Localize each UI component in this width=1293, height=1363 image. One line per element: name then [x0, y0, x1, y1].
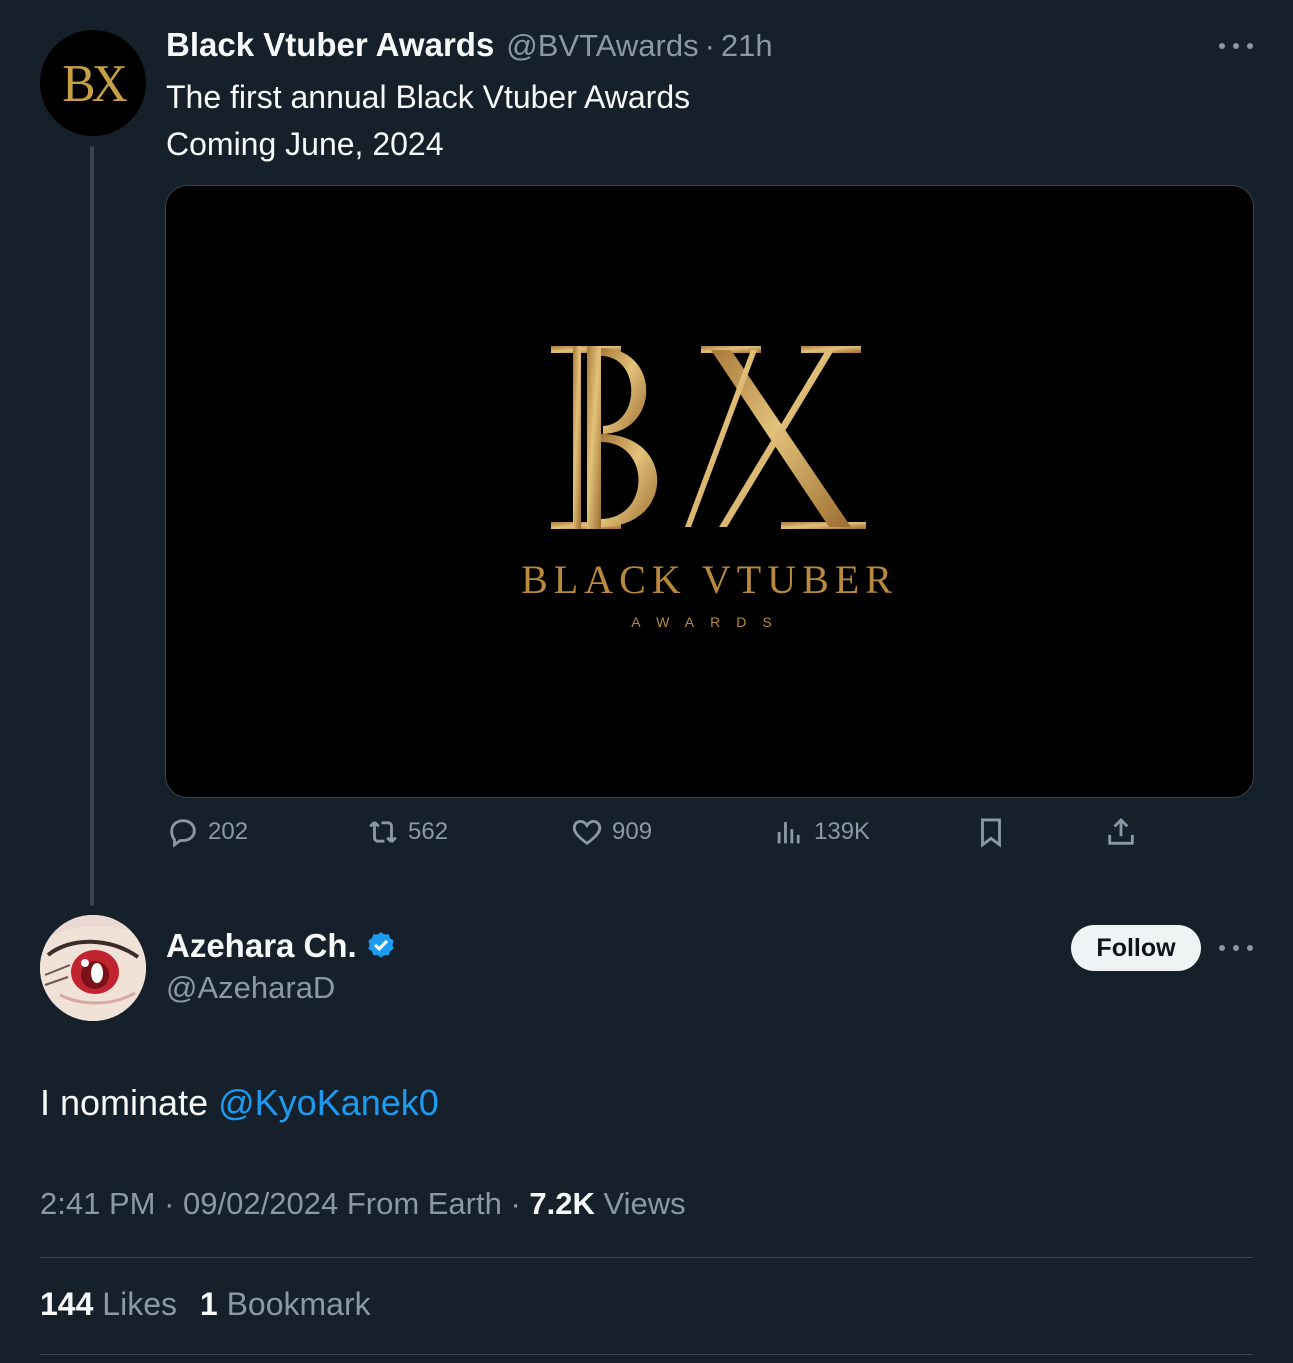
like-count: 909 — [612, 818, 653, 845]
repost-count: 562 — [408, 818, 449, 845]
avatar-monogram: BX — [62, 53, 127, 113]
more-options-icon[interactable] — [1219, 941, 1253, 955]
mention-link[interactable]: @KyoKanek0 — [218, 1082, 439, 1123]
reply-text-prefix: I nominate — [40, 1082, 219, 1123]
reply-tweet-text: I nominate @KyoKanek0 — [40, 1082, 439, 1124]
views-count: 139K — [814, 818, 871, 845]
parent-tweet-header: Black Vtuber Awards @BVTAwards · 21h — [166, 26, 773, 64]
likes-stat[interactable]: 144 Likes — [40, 1286, 177, 1322]
bookmarks-label: Bookmark — [226, 1286, 371, 1322]
likes-label: Likes — [102, 1286, 177, 1322]
thread-connector-line — [90, 146, 94, 906]
media-logo-title: BLACK VTUBER — [521, 557, 898, 602]
like-button[interactable]: 909 — [570, 815, 652, 849]
parent-text-line-1: The first annual Black Vtuber Awards — [166, 79, 691, 115]
bvt-logo-mark — [551, 346, 866, 529]
reply-name-row: Azehara Ch. — [166, 927, 397, 965]
heart-icon — [572, 819, 602, 846]
meta-separator: · — [510, 1186, 521, 1221]
views-button[interactable]: 139K — [772, 815, 870, 849]
reply-count: 202 — [208, 818, 249, 845]
reply-button[interactable]: 202 — [166, 815, 248, 849]
views-label: Views — [603, 1186, 686, 1221]
parent-text-line-2: Coming June, 2024 — [166, 126, 444, 162]
tweet-media-image[interactable]: BLACK VTUBER AWARDS — [165, 185, 1254, 798]
azehara-avatar[interactable] — [40, 915, 146, 1021]
tweet-metadata: 2:41 PM · 09/02/2024 From Earth · 7.2K V… — [40, 1186, 686, 1222]
repost-button[interactable]: 562 — [366, 815, 448, 849]
divider — [40, 1354, 1253, 1355]
repost-icon — [369, 821, 397, 843]
anime-eye-avatar-image — [40, 915, 146, 1021]
reply-handle[interactable]: @AzeharaD — [166, 970, 335, 1006]
bvt-avatar[interactable]: BX — [40, 30, 146, 136]
divider — [40, 1257, 1253, 1258]
parent-display-name[interactable]: Black Vtuber Awards — [166, 26, 494, 64]
verified-badge-icon[interactable] — [365, 930, 397, 962]
parent-tweet-text: The first annual Black Vtuber Awards Com… — [166, 74, 690, 168]
tweet-time[interactable]: 2:41 PM — [40, 1186, 155, 1221]
bookmarks-stat[interactable]: 1 Bookmark — [200, 1286, 371, 1322]
parent-handle[interactable]: @BVTAwards — [506, 28, 698, 64]
bookmark-button[interactable] — [974, 815, 1008, 849]
share-icon — [1108, 817, 1134, 845]
reply-display-name[interactable]: Azehara Ch. — [166, 927, 357, 965]
bookmarks-count: 1 — [199, 1286, 218, 1322]
media-logo-subtitle: AWARDS — [631, 614, 788, 630]
analytics-icon — [777, 822, 800, 844]
meta-separator: · — [164, 1186, 175, 1221]
header-separator: · — [704, 28, 715, 63]
tweet-date[interactable]: 09/02/2024 — [183, 1186, 338, 1221]
views-total: 7.2K — [529, 1186, 595, 1221]
engagement-stats: 144 Likes 1 Bookmark — [40, 1286, 371, 1323]
parent-timestamp[interactable]: 21h — [721, 28, 773, 64]
tweet-source: From Earth — [346, 1186, 502, 1221]
tweet-thread-page: BX Black Vtuber Awards @BVTAwards · 21h … — [0, 0, 1293, 1363]
share-button[interactable] — [1104, 815, 1138, 849]
more-options-icon[interactable] — [1219, 39, 1253, 53]
follow-button[interactable]: Follow — [1071, 925, 1201, 971]
likes-count: 144 — [40, 1286, 94, 1322]
reply-icon — [170, 819, 196, 848]
bookmark-icon — [981, 818, 1001, 848]
